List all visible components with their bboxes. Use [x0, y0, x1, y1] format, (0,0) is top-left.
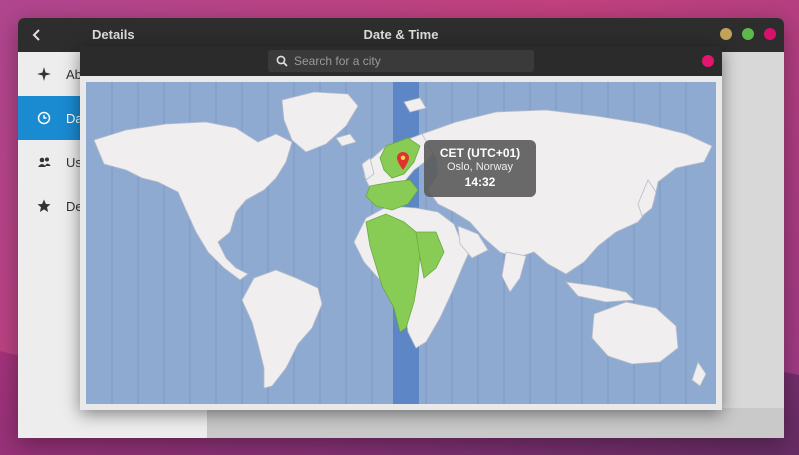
- dialog-header: [80, 46, 722, 76]
- search-box[interactable]: [268, 50, 534, 72]
- timezone-map[interactable]: CET (UTC+01) Oslo, Norway 14:32: [86, 82, 716, 404]
- maximize-button[interactable]: [742, 28, 754, 40]
- dialog-close-button[interactable]: [702, 55, 714, 67]
- star-icon: [36, 198, 52, 214]
- timezone-dialog: CET (UTC+01) Oslo, Norway 14:32: [80, 46, 722, 410]
- back-button[interactable]: [26, 24, 48, 46]
- minimize-button[interactable]: [720, 28, 732, 40]
- search-input[interactable]: [294, 54, 524, 68]
- users-icon: [36, 154, 52, 170]
- world-map: [93, 82, 713, 404]
- clock-icon: [36, 110, 52, 126]
- tooltip-timezone: CET (UTC+01): [439, 146, 521, 160]
- close-window-button[interactable]: [764, 28, 776, 40]
- chevron-left-icon: [32, 29, 40, 41]
- search-icon: [276, 55, 288, 67]
- tooltip-city: Oslo, Norway: [446, 161, 514, 173]
- content-area-lower: [208, 408, 784, 438]
- panel-title: Details: [92, 27, 135, 42]
- timezone-tooltip: CET (UTC+01) Oslo, Norway 14:32: [424, 140, 536, 197]
- sparkle-icon: [36, 66, 52, 82]
- location-pin-icon: [397, 152, 409, 170]
- tooltip-time: 14:32: [464, 175, 496, 189]
